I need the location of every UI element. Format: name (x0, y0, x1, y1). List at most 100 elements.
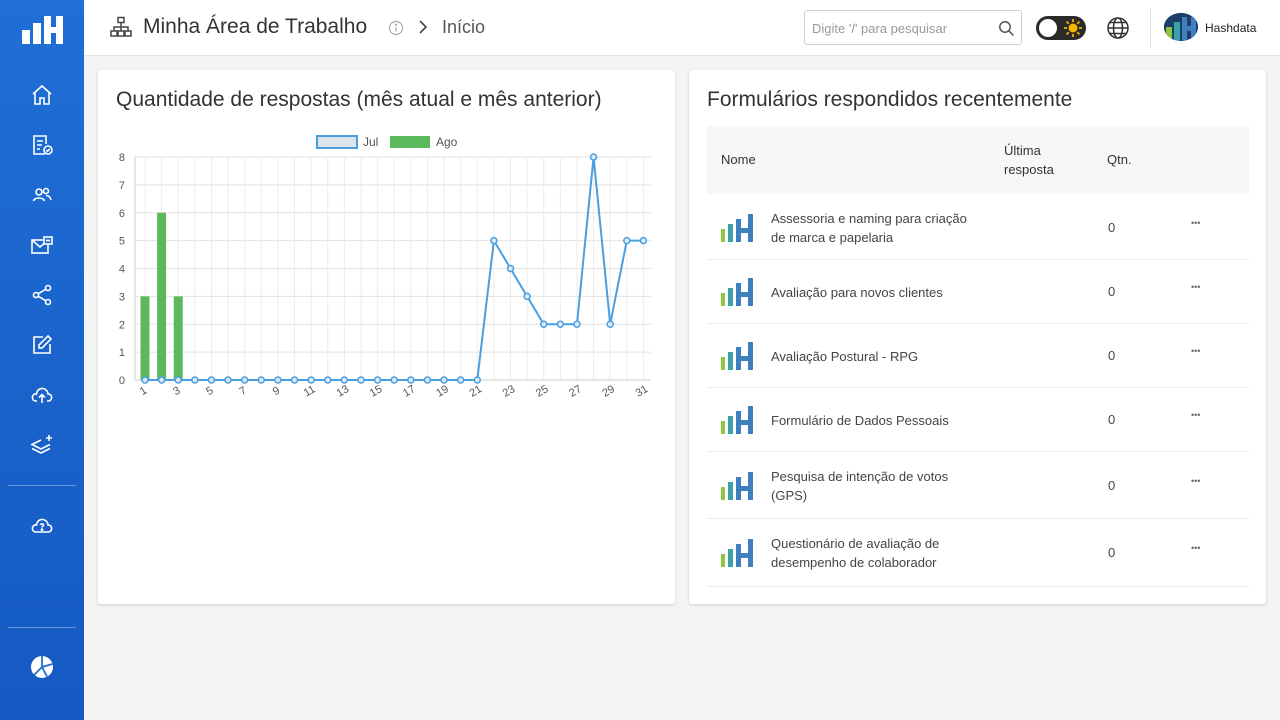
x-tick-label: 5 (204, 385, 215, 398)
point-jul (556, 320, 565, 328)
x-tick-label: 25 (534, 383, 551, 400)
table-row[interactable]: Assessoria e naming para criação de marc… (707, 196, 1249, 260)
y-tick-label: 1 (119, 347, 125, 359)
responses-chart-card: Quantidade de respostas (mês atual e mês… (98, 70, 675, 604)
more-options-icon[interactable]: ••• (1191, 346, 1200, 356)
x-tick-label: 13 (335, 383, 352, 400)
search-input[interactable] (812, 18, 992, 38)
pie-chart-icon[interactable] (29, 654, 55, 680)
legend-swatch-ago (390, 136, 430, 148)
form-logo-icon (721, 278, 753, 306)
layers-icon[interactable] (29, 432, 55, 458)
form-qtn: 0 (1108, 284, 1116, 299)
column-header-last-response[interactable]: Última resposta (1004, 141, 1054, 179)
forms-card-title: Formulários respondidos recentemente (707, 88, 1073, 111)
legend-swatch-jul (316, 135, 358, 149)
table-row[interactable]: Avaliação para novos clientes 0 ••• (707, 260, 1249, 324)
x-tick-label: 23 (501, 383, 518, 400)
workspace-tree-icon (110, 16, 132, 37)
recent-forms-card: Formulários respondidos recentemente Nom… (689, 70, 1266, 604)
x-tick-label: 19 (434, 383, 451, 400)
point-jul (407, 376, 415, 384)
form-name[interactable]: Avaliação para novos clientes (771, 283, 971, 302)
chevron-right-icon (419, 20, 428, 34)
y-tick-label: 4 (119, 264, 125, 276)
form-name[interactable]: Assessoria e naming para criação de marc… (771, 209, 971, 247)
form-qtn: 0 (1108, 412, 1116, 427)
point-jul (307, 376, 315, 384)
point-jul (390, 376, 398, 384)
more-options-icon[interactable]: ••• (1191, 410, 1200, 420)
y-tick-label: 5 (119, 236, 125, 248)
forms-icon[interactable] (29, 132, 55, 158)
theme-toggle[interactable] (1036, 16, 1086, 40)
point-jul (623, 236, 631, 245)
toggle-knob (1039, 19, 1057, 37)
x-tick-label: 31 (634, 383, 651, 400)
search-icon[interactable] (998, 20, 1015, 37)
point-jul (357, 376, 365, 384)
x-tick-label: 11 (302, 383, 318, 399)
column-header-name[interactable]: Nome (721, 150, 756, 169)
point-jul (290, 376, 299, 384)
globe-icon[interactable] (1106, 16, 1130, 40)
point-jul (589, 153, 598, 161)
table-row[interactable]: Formulário de Dados Pessoais 0 ••• (707, 388, 1249, 452)
share-icon[interactable] (29, 282, 55, 308)
more-options-icon[interactable]: ••• (1191, 282, 1200, 292)
form-name[interactable]: Questionário de avaliação de desempenho … (771, 534, 971, 572)
point-jul (207, 376, 216, 384)
y-tick-label: 3 (119, 291, 125, 303)
edit-icon[interactable] (29, 332, 55, 358)
point-jul (473, 376, 482, 384)
cloud-upload-icon[interactable] (29, 382, 55, 408)
more-options-icon[interactable]: ••• (1191, 476, 1200, 486)
form-logo-icon (721, 539, 753, 567)
top-header: Minha Área de Trabalho Início Digite '/'… (84, 0, 1280, 56)
column-header-qtn[interactable]: Qtn. (1107, 150, 1132, 169)
info-icon[interactable] (388, 20, 404, 36)
y-tick-label: 2 (119, 319, 125, 331)
table-row[interactable]: Pesquisa de intenção de votos (GPS) 0 ••• (707, 452, 1249, 519)
app-logo[interactable] (21, 14, 63, 46)
mail-icon[interactable] (29, 232, 55, 258)
table-row[interactable]: Questionário de avaliação de desempenho … (707, 519, 1249, 587)
point-jul (274, 376, 282, 384)
more-options-icon[interactable]: ••• (1191, 543, 1200, 553)
form-logo-icon (721, 471, 753, 500)
point-jul (174, 376, 182, 384)
x-tick-label: 17 (401, 383, 418, 400)
sidebar (0, 0, 84, 720)
search-box[interactable] (804, 10, 1022, 45)
table-header: Nome Última resposta Qtn. (707, 126, 1249, 194)
x-tick-label: 29 (600, 383, 617, 400)
cloud-help-icon[interactable] (29, 512, 55, 538)
y-tick-label: 6 (119, 208, 125, 220)
user-name[interactable]: Hashdata (1205, 21, 1256, 35)
point-jul (423, 376, 432, 384)
point-jul (523, 292, 531, 301)
more-options-icon[interactable]: ••• (1191, 218, 1200, 228)
home-icon[interactable] (29, 82, 55, 108)
breadcrumb[interactable]: Início (442, 17, 485, 38)
table-row[interactable]: Avaliação Postural - RPG 0 ••• (707, 324, 1249, 388)
sun-icon (1064, 19, 1082, 37)
form-name[interactable]: Formulário de Dados Pessoais (771, 411, 971, 430)
form-name[interactable]: Avaliação Postural - RPG (771, 347, 971, 366)
point-jul (506, 264, 515, 273)
avatar[interactable] (1164, 13, 1198, 41)
page-title: Minha Área de Trabalho (143, 15, 368, 38)
bar-ago (173, 296, 183, 380)
point-jul (240, 376, 249, 384)
form-qtn: 0 (1108, 220, 1116, 235)
x-tick-label: 21 (467, 383, 484, 400)
x-tick-label: 9 (271, 385, 282, 398)
y-tick-label: 0 (119, 375, 125, 387)
form-logo-icon (721, 406, 753, 434)
header-divider (1150, 8, 1151, 48)
form-name[interactable]: Pesquisa de intenção de votos (GPS) (771, 467, 971, 505)
x-tick-label: 3 (171, 385, 182, 398)
form-qtn: 0 (1108, 477, 1116, 493)
users-icon[interactable] (29, 182, 55, 208)
bar-ago (157, 212, 167, 380)
